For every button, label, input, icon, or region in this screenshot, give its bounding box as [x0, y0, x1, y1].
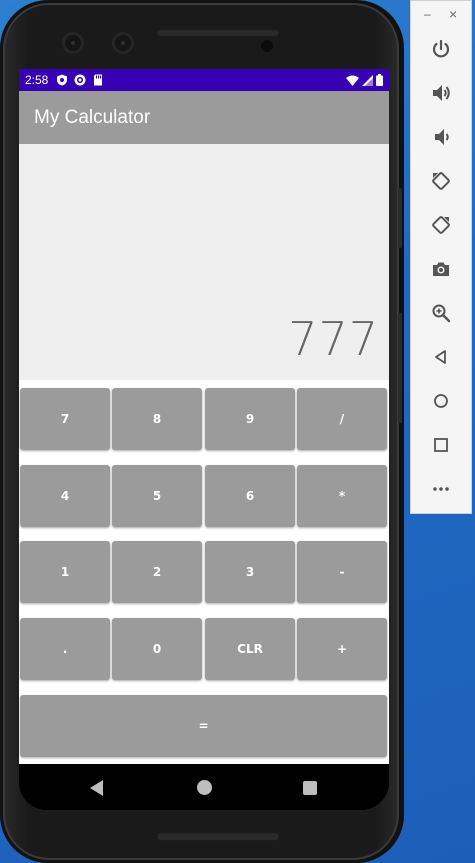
sync-icon [74, 74, 86, 86]
battery-icon [376, 74, 383, 86]
back-icon[interactable] [425, 343, 457, 371]
power-icon[interactable] [425, 35, 457, 63]
key-7[interactable]: 7 [20, 388, 110, 450]
toolbar-window-controls: – × [411, 6, 471, 23]
close-button[interactable]: × [449, 6, 457, 22]
status-bar: 2:58 [19, 69, 389, 91]
app-bar: My Calculator [19, 91, 389, 144]
nav-recents-icon[interactable] [303, 781, 317, 795]
earpiece-speaker [156, 29, 280, 37]
minimize-button[interactable]: – [424, 7, 431, 21]
overview-icon[interactable] [425, 431, 457, 459]
shield-icon [57, 74, 68, 86]
nav-home-icon[interactable] [197, 780, 212, 795]
phone-frame: 2:58 My Calculator 777 7 8 9 / 4 5 6 * 1… [3, 3, 402, 860]
calculator-display: 777 [19, 144, 389, 380]
volume-up-icon[interactable] [425, 79, 457, 107]
sd-card-icon [94, 74, 103, 86]
rotate-right-icon[interactable] [425, 211, 457, 239]
front-camera-icon [65, 35, 81, 51]
key-decimal[interactable]: . [20, 618, 110, 680]
power-side-button [398, 188, 402, 248]
front-camera-2-icon [115, 35, 131, 51]
signal-icon [362, 74, 373, 86]
emulator-toolbar: – × [410, 0, 472, 514]
key-6[interactable]: 6 [205, 465, 295, 527]
key-divide[interactable]: / [297, 388, 387, 450]
home-icon[interactable] [425, 387, 457, 415]
key-clear[interactable]: CLR [205, 618, 295, 680]
navigation-bar [19, 764, 389, 810]
key-5[interactable]: 5 [112, 465, 202, 527]
key-9[interactable]: 9 [205, 388, 295, 450]
zoom-icon[interactable] [425, 299, 457, 327]
keypad: 7 8 9 / 4 5 6 * 1 2 3 - . 0 CLR + = [19, 380, 389, 764]
bottom-speaker [156, 832, 280, 841]
rotate-left-icon[interactable] [425, 167, 457, 195]
volume-down-icon[interactable] [425, 123, 457, 151]
key-2[interactable]: 2 [112, 541, 202, 603]
key-multiply[interactable]: * [297, 465, 387, 527]
volume-side-button [398, 313, 402, 423]
key-0[interactable]: 0 [112, 618, 202, 680]
key-1[interactable]: 1 [20, 541, 110, 603]
display-value: 777 [288, 312, 379, 366]
more-icon[interactable] [425, 475, 457, 503]
key-add[interactable]: + [297, 618, 387, 680]
key-subtract[interactable]: - [297, 541, 387, 603]
key-4[interactable]: 4 [20, 465, 110, 527]
proximity-sensor [261, 40, 273, 52]
app-title: My Calculator [34, 106, 151, 128]
nav-back-icon[interactable] [90, 780, 103, 796]
status-time: 2:58 [25, 73, 49, 87]
phone-screen: 2:58 My Calculator 777 7 8 9 / 4 5 6 * 1… [19, 69, 389, 810]
key-8[interactable]: 8 [112, 388, 202, 450]
camera-icon[interactable] [425, 255, 457, 283]
wifi-icon [346, 75, 359, 86]
key-equals[interactable]: = [20, 695, 387, 757]
key-3[interactable]: 3 [205, 541, 295, 603]
